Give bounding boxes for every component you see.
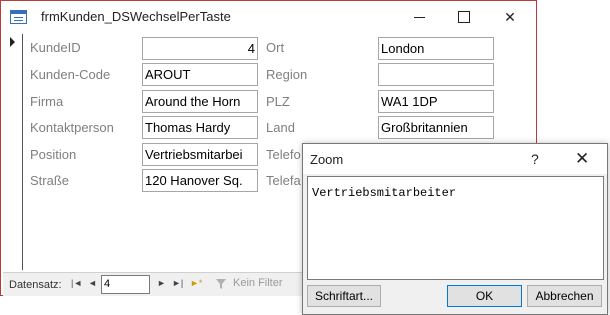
- next-record-button[interactable]: ►: [157, 278, 166, 288]
- label-strasse: Straße: [30, 173, 70, 188]
- zoom-dialog: Zoom ? ✕ Vertriebsmitarbeiter Schriftart…: [302, 143, 608, 315]
- form-icon: [10, 10, 27, 24]
- cancel-button[interactable]: Abbrechen: [527, 285, 602, 307]
- label-plz: PLZ: [266, 94, 290, 109]
- first-record-button[interactable]: |◄: [71, 278, 82, 288]
- label-telefon: Telefo: [266, 147, 301, 162]
- label-kontaktperson: Kontaktperson: [30, 120, 114, 135]
- region-field[interactable]: [378, 63, 494, 86]
- window-title: frmKunden_DSWechselPerTaste: [41, 9, 231, 24]
- close-button[interactable]: ✕: [487, 1, 533, 33]
- minimize-button[interactable]: [396, 1, 442, 33]
- strasse-field[interactable]: 120 Hanover Sq.: [142, 169, 258, 192]
- current-record-input[interactable]: 4: [101, 275, 150, 294]
- label-position: Position: [30, 147, 77, 162]
- title-bar[interactable]: frmKunden_DSWechselPerTaste ✕: [1, 1, 536, 33]
- new-record-button[interactable]: ►*: [190, 278, 202, 288]
- maximize-button[interactable]: [441, 1, 487, 33]
- zoom-text-area[interactable]: Vertriebsmitarbeiter: [307, 176, 604, 280]
- label-telefax: Telefa: [266, 173, 301, 188]
- record-selector[interactable]: [3, 34, 23, 270]
- zoom-title: Zoom: [310, 152, 344, 167]
- kontaktperson-field[interactable]: Thomas Hardy: [142, 116, 258, 139]
- record-nav-label: Datensatz:: [9, 279, 62, 291]
- last-record-button[interactable]: ►|: [172, 278, 183, 288]
- previous-record-button[interactable]: ◄: [88, 278, 97, 288]
- record-navigation-bar: Datensatz: |◄ ◄ 4 ► ►| ►* Kein Filter: [3, 272, 303, 296]
- plz-field[interactable]: WA1 1DP: [378, 90, 494, 113]
- minimize-icon: [413, 16, 425, 18]
- land-field[interactable]: Großbritannien: [378, 116, 494, 139]
- font-button[interactable]: Schriftart...: [307, 285, 381, 307]
- filter-icon: [216, 279, 226, 289]
- label-land: Land: [266, 120, 295, 135]
- zoom-title-bar[interactable]: Zoom ? ✕: [303, 144, 607, 174]
- current-record-icon: [10, 37, 15, 47]
- label-kundeid: KundeID: [30, 40, 81, 55]
- label-ort: Ort: [266, 40, 285, 55]
- filter-button[interactable]: Kein Filter: [233, 277, 283, 289]
- kundeid-field[interactable]: 4: [142, 37, 258, 60]
- maximize-icon: [458, 11, 470, 23]
- ort-field[interactable]: London: [378, 37, 494, 60]
- close-icon: ✕: [504, 8, 516, 25]
- label-firma: Firma: [30, 94, 64, 109]
- position-field[interactable]: Vertriebsmitarbei: [142, 143, 258, 166]
- zoom-close-button[interactable]: ✕: [575, 149, 589, 169]
- kunden-code-field[interactable]: AROUT: [142, 63, 258, 86]
- label-kunden-code: Kunden-Code: [30, 67, 111, 82]
- ok-button[interactable]: OK: [447, 285, 522, 307]
- firma-field[interactable]: Around the Horn: [142, 90, 258, 113]
- label-region: Region: [266, 67, 308, 82]
- help-button[interactable]: ?: [531, 151, 539, 167]
